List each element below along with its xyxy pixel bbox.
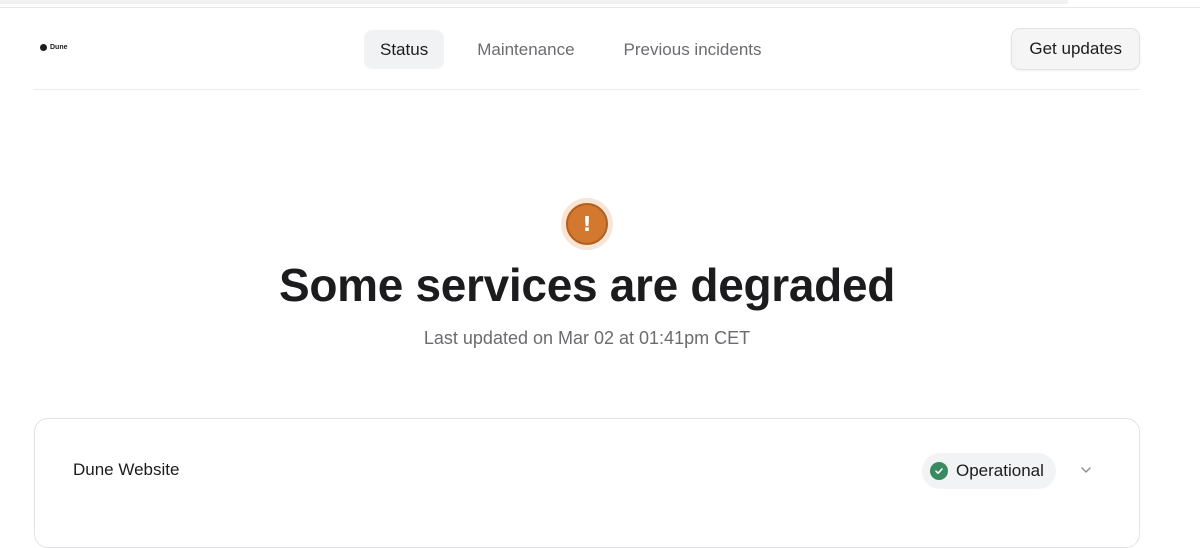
status-headline: Some services are degraded [278, 259, 896, 311]
nav-previous-incidents[interactable]: Previous incidents [608, 30, 778, 69]
get-updates-button[interactable]: Get updates [1011, 28, 1140, 70]
component-status-label: Operational [956, 461, 1044, 480]
nav-status[interactable]: Status [364, 30, 445, 69]
status-icon-halo: ! [561, 198, 613, 250]
site-header: Dune Status Maintenance Previous inciden… [33, 18, 1140, 90]
logo-text: Dune [50, 44, 68, 51]
last-updated-text: Last updated on Mar 02 at 01:41pm CET [423, 328, 751, 348]
logo-mark-icon [40, 44, 47, 51]
dune-logo[interactable]: Dune [40, 44, 68, 51]
chevron-down-icon[interactable] [1078, 462, 1094, 478]
component-status-badge: Operational [922, 453, 1056, 489]
top-shade [0, 0, 1068, 4]
main-nav: Status Maintenance Previous incidents [364, 30, 795, 69]
check-circle-icon [930, 462, 948, 480]
component-card: Dune Website Operational [34, 418, 1140, 548]
component-name: Dune Website [73, 460, 180, 479]
exclamation-icon: ! [566, 203, 608, 245]
browser-top-edge [0, 0, 1200, 8]
nav-maintenance[interactable]: Maintenance [461, 30, 590, 69]
